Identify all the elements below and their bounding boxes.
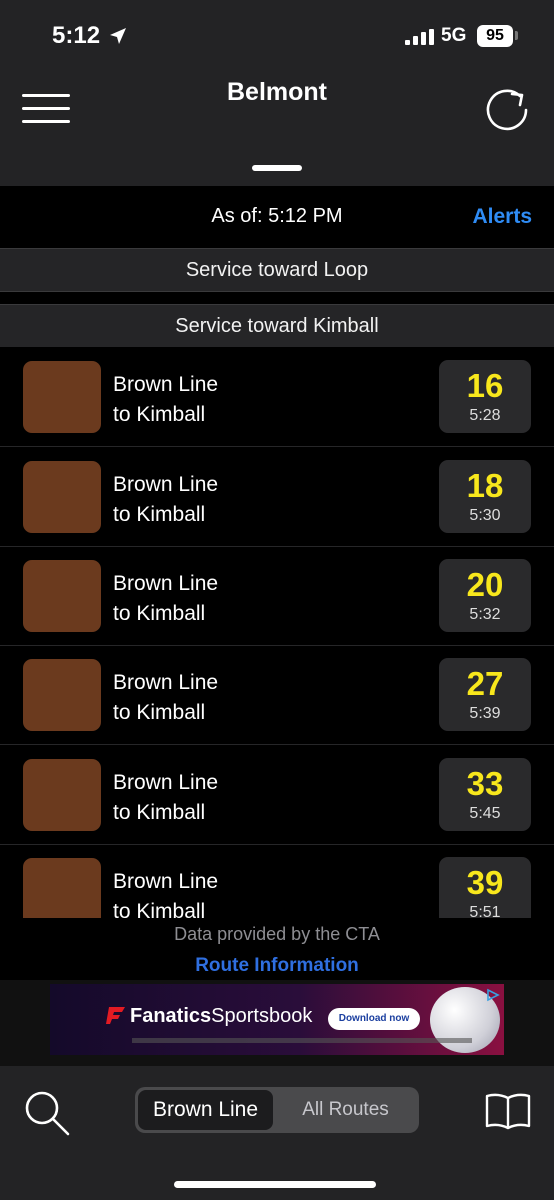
eta-clock: 5:39 — [469, 705, 501, 722]
eta-box: 20 5:32 — [439, 559, 531, 632]
eta-minutes: 39 — [466, 864, 504, 901]
route-destination: to Kimball — [113, 900, 206, 918]
section-gap — [0, 292, 554, 304]
route-destination: to Kimball — [113, 503, 206, 526]
book-icon[interactable] — [484, 1090, 532, 1132]
section-toward-loop[interactable]: Service toward Loop — [0, 248, 554, 292]
arrival-row[interactable]: Brown Line to Kimball 39 5:51 — [0, 844, 554, 918]
line-color-swatch — [23, 659, 101, 731]
eta-box: 27 5:39 — [439, 658, 531, 731]
arrival-row[interactable]: Brown Line to Kimball 20 5:32 — [0, 546, 554, 646]
eta-box: 16 5:28 — [439, 360, 531, 433]
route-line: Brown Line — [113, 671, 219, 694]
cellular-signal-icon — [405, 29, 434, 45]
eta-box: 33 5:45 — [439, 758, 531, 831]
refresh-icon[interactable] — [484, 86, 532, 134]
ad-banner[interactable]: FanaticsSportsbook Download now — [50, 984, 504, 1055]
network-type: 5G — [441, 25, 467, 46]
home-indicator[interactable] — [174, 1181, 376, 1188]
route-information-link[interactable]: Route Information — [0, 955, 554, 977]
route-destination: to Kimball — [113, 701, 206, 724]
eta-clock: 5:30 — [469, 507, 501, 524]
route-line: Brown Line — [113, 473, 219, 496]
ad-download-button[interactable]: Download now — [328, 1008, 420, 1030]
as-of-time: As of: 5:12 PM — [211, 205, 343, 227]
segment-brown-line[interactable]: Brown Line — [138, 1090, 273, 1130]
battery-icon: 95 — [477, 25, 513, 47]
line-color-swatch — [23, 858, 101, 918]
battery-tip — [515, 31, 518, 40]
section-toward-kimball[interactable]: Service toward Kimball — [0, 304, 554, 348]
line-color-swatch — [23, 759, 101, 831]
eta-box: 39 5:51 — [439, 857, 531, 918]
alerts-link[interactable]: Alerts — [472, 205, 532, 229]
search-icon[interactable] — [22, 1088, 72, 1138]
eta-clock: 5:32 — [469, 606, 501, 623]
sheet-grabber[interactable] — [252, 165, 302, 171]
status-time: 5:12 — [52, 22, 101, 49]
top-header: 5:12 5G 95 Belmont — [0, 0, 554, 186]
line-color-swatch — [23, 461, 101, 533]
arrival-row[interactable]: Brown Line to Kimball 16 5:28 — [0, 347, 554, 447]
location-arrow-icon — [110, 28, 126, 44]
bottom-toolbar: Brown Line All Routes — [0, 1066, 554, 1200]
eta-box: 18 5:30 — [439, 460, 531, 533]
route-destination: to Kimball — [113, 403, 206, 426]
eta-clock: 5:45 — [469, 805, 501, 822]
eta-clock: 5:28 — [469, 407, 501, 424]
as-of-bar: As of: 5:12 PM Alerts — [0, 186, 554, 248]
data-credit: Data provided by the CTA — [174, 924, 380, 944]
route-destination: to Kimball — [113, 602, 206, 625]
eta-minutes: 33 — [466, 765, 504, 802]
arrival-row[interactable]: Brown Line to Kimball 33 5:45 — [0, 745, 554, 845]
line-color-swatch — [23, 560, 101, 632]
arrivals-list[interactable]: Brown Line to Kimball 16 5:28 Brown Line to… — [0, 347, 554, 918]
segment-all-routes[interactable]: All Routes — [275, 1090, 416, 1130]
eta-minutes: 20 — [466, 566, 504, 603]
route-line: Brown Line — [113, 373, 219, 396]
eta-minutes: 27 — [466, 665, 504, 702]
station-title: Belmont — [227, 78, 327, 106]
eta-clock: 5:51 — [469, 904, 501, 918]
eta-minutes: 18 — [466, 467, 504, 504]
fanatics-logo-icon — [106, 1007, 125, 1024]
line-color-swatch — [23, 361, 101, 433]
ad-fine-print — [132, 1038, 472, 1043]
route-filter-segmented-control[interactable]: Brown Line All Routes — [135, 1087, 419, 1133]
ad-area: FanaticsSportsbook Download now — [0, 980, 554, 1066]
ad-choices-icon[interactable] — [486, 988, 500, 1002]
arrival-row[interactable]: Brown Line to Kimball 18 5:30 — [0, 447, 554, 547]
route-line: Brown Line — [113, 870, 219, 893]
ad-brand: FanaticsSportsbook — [130, 1005, 313, 1027]
route-line: Brown Line — [113, 771, 219, 794]
route-destination: to Kimball — [113, 801, 206, 824]
arrival-row[interactable]: Brown Line to Kimball 27 5:39 — [0, 645, 554, 745]
eta-minutes: 16 — [466, 367, 504, 404]
route-line: Brown Line — [113, 572, 219, 595]
footer-note: Data provided by the CTA Route Informati… — [0, 918, 554, 980]
